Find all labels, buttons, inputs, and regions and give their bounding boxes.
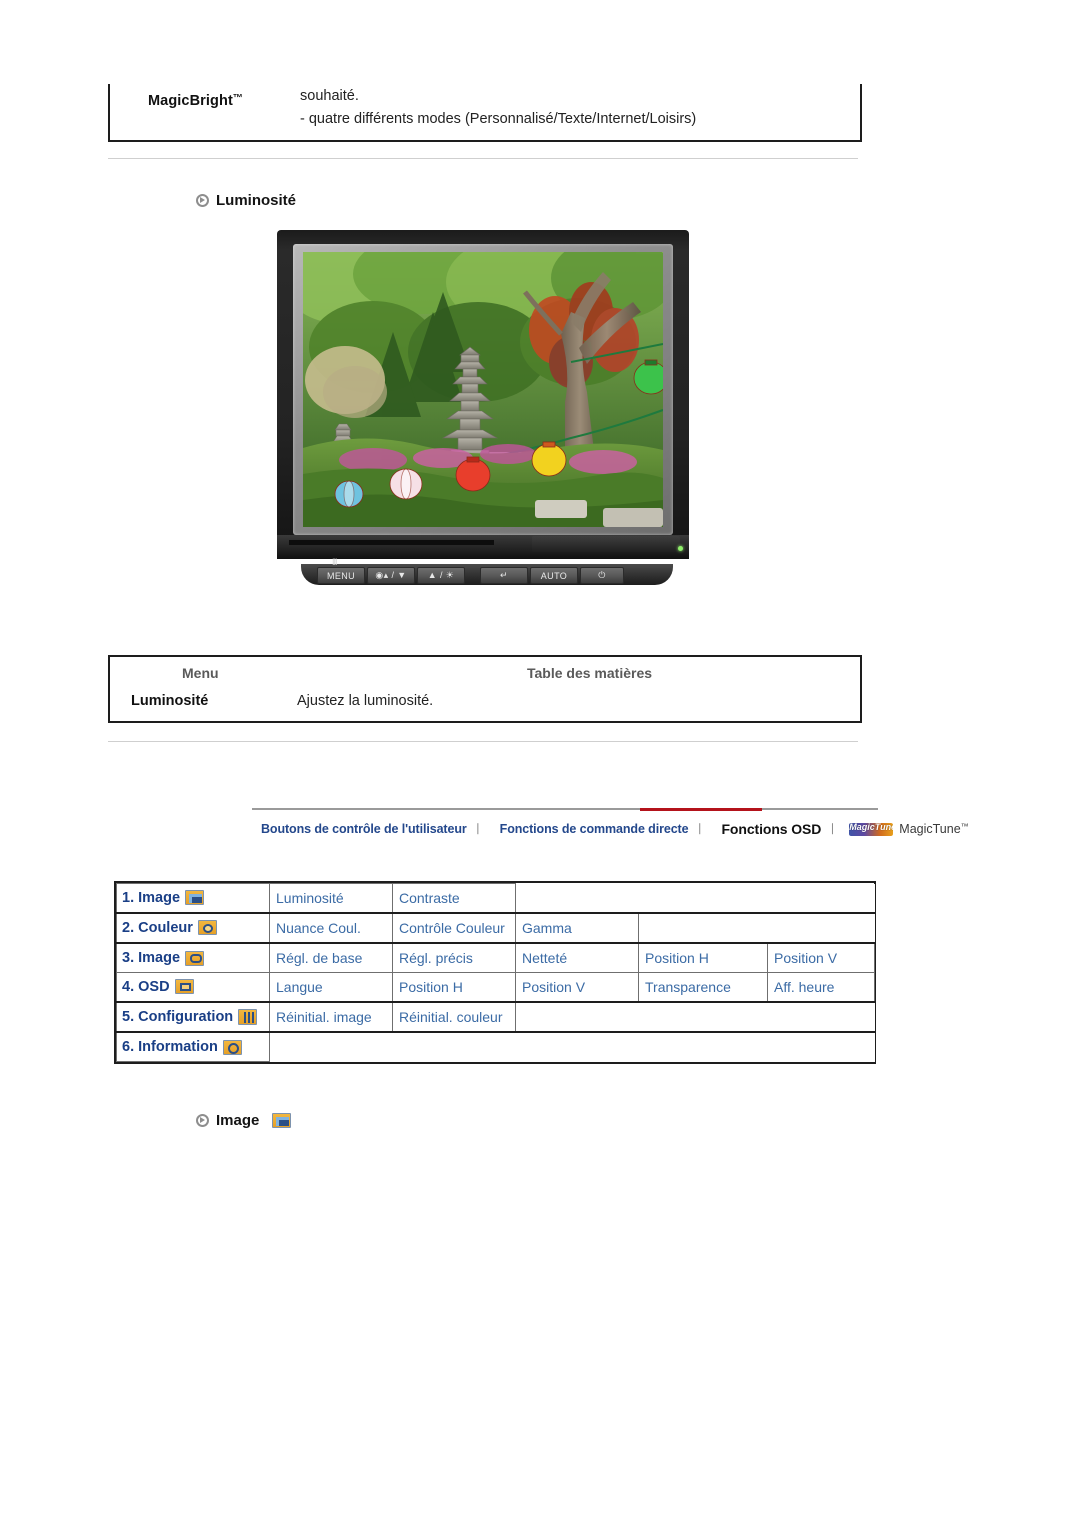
breadcrumb-items: Boutons de contrôle de l'utilisateur ⎸ F… — [252, 818, 969, 840]
osd-category-osd[interactable]: 4. OSD — [116, 971, 270, 1003]
osd-item-position-v-osd[interactable]: Position V — [515, 971, 639, 1003]
breadcrumb-separator-2: ⎸ — [699, 822, 711, 835]
info-clock-icon — [222, 1039, 242, 1055]
table-row: 2. Couleur Nuance Coul. Contrôle Couleur… — [116, 911, 875, 944]
menu-glyph-icon: III — [332, 557, 337, 567]
osd-category-label: 6. Information — [122, 1039, 218, 1055]
osd-empty-cell — [515, 1000, 875, 1033]
osd-item-regl-precis[interactable]: Régl. précis — [392, 942, 516, 973]
monitor-screen-photo — [303, 252, 663, 527]
osd-category-label: 3. Image — [122, 950, 181, 966]
osd-item-gamma[interactable]: Gamma — [515, 911, 639, 944]
osd-table-grid: 1. Image Luminosité Contraste 2. Couleur… — [116, 882, 876, 1063]
section-heading-label: Luminosité — [216, 192, 297, 209]
osd-empty-cell — [269, 1030, 875, 1062]
magicbright-line-1: souhaité. — [300, 88, 359, 104]
breadcrumb-active-accent — [640, 808, 762, 811]
table-row: 4. OSD Langue Position H Position V Tran… — [116, 971, 876, 1003]
monitor-bezel-strip — [289, 540, 494, 545]
monitor-menu-button[interactable]: MENU — [317, 567, 365, 584]
table-row: 3. Image Régl. de base Régl. précis Nett… — [116, 942, 876, 973]
table-header-menu: Menu — [182, 665, 219, 681]
osd-category-information[interactable]: 6. Information — [116, 1030, 270, 1063]
osd-category-label: 1. Image — [122, 889, 181, 906]
osd-category-label: 5. Configuration — [122, 1008, 234, 1025]
osd-item-aff-heure[interactable]: Aff. heure — [766, 971, 876, 1003]
setup-sliders-icon — [238, 1008, 258, 1025]
divider-top — [108, 158, 858, 159]
monitor-source-button[interactable]: ↵ — [480, 567, 528, 584]
table-row: 6. Information — [116, 1030, 875, 1063]
breadcrumb-separator-1: ⎸ — [477, 822, 489, 835]
magictune-link-label: MagicTune — [899, 822, 961, 836]
garden-photo — [303, 252, 663, 527]
osd-item-nuance-coul[interactable]: Nuance Coul. — [269, 911, 393, 944]
breadcrumb-item-osd-functions[interactable]: Fonctions OSD — [712, 821, 830, 837]
magictune-logo-text: MagicTune — [849, 821, 897, 832]
manual-page: MagicBright™ souhaité. - quatre différen… — [0, 0, 1080, 1528]
divider-middle — [108, 741, 858, 742]
picture-icon — [185, 890, 205, 906]
osd-item-nettete[interactable]: Netteté — [515, 942, 639, 973]
image-position-icon — [185, 950, 205, 966]
osd-item-reinitial-image[interactable]: Réinitial. image — [269, 1000, 393, 1033]
osd-functions-table: 1. Image Luminosité Contraste 2. Couleur… — [114, 881, 876, 1064]
table-row-description: Ajustez la luminosité. — [297, 693, 434, 709]
monitor-illustration: III MENU ◉▴ / ▼ ▲ / ☀ ↵ AUTO ⏻ — [277, 230, 689, 585]
osd-category-label: 2. Couleur — [122, 919, 193, 936]
osd-item-luminosite[interactable]: Luminosité — [269, 882, 393, 914]
magicbright-label: MagicBright™ — [148, 93, 243, 109]
magicbright-box: MagicBright™ souhaité. - quatre différen… — [108, 84, 862, 142]
bullet-arrow-icon — [196, 194, 209, 207]
osd-category-image-3[interactable]: 3. Image — [116, 942, 270, 973]
section-heading-label: Image — [216, 1112, 260, 1129]
magictune-logo-icon: MagicTune — [849, 821, 897, 836]
picture-icon — [272, 1113, 292, 1128]
osd-item-reinitial-couleur[interactable]: Réinitial. couleur — [392, 1000, 516, 1033]
monitor-auto-button[interactable]: AUTO — [530, 567, 578, 584]
power-led-indicator — [678, 546, 683, 551]
breadcrumb-separator-3: ⎸ — [832, 822, 844, 835]
magicbright-description: souhaité. - quatre différents modes (Per… — [300, 85, 845, 131]
osd-window-icon — [174, 979, 194, 995]
monitor-down-button[interactable]: ◉▴ / ▼ — [367, 567, 415, 584]
magictune-trademark: ™ — [960, 822, 969, 831]
osd-empty-cell — [638, 911, 875, 944]
osd-item-regl-de-base[interactable]: Régl. de base — [269, 942, 393, 973]
magicbright-line-2: - quatre différents modes (Personnalisé/… — [300, 111, 697, 127]
osd-item-contraste[interactable]: Contraste — [392, 882, 516, 914]
osd-item-position-h[interactable]: Position H — [638, 942, 768, 973]
monitor-button-legend — [532, 536, 680, 552]
osd-category-image-1[interactable]: 1. Image — [116, 882, 270, 914]
osd-empty-cell — [515, 883, 875, 913]
osd-item-controle-couleur[interactable]: Contrôle Couleur — [392, 911, 516, 944]
monitor-power-button[interactable]: ⏻ — [580, 567, 624, 584]
color-wheel-icon — [197, 920, 217, 936]
osd-category-couleur[interactable]: 2. Couleur — [116, 911, 270, 944]
osd-category-configuration[interactable]: 5. Configuration — [116, 1000, 270, 1033]
osd-item-position-v[interactable]: Position V — [766, 942, 876, 973]
section-heading-image: Image — [196, 1112, 292, 1129]
trademark-symbol: ™ — [232, 93, 243, 104]
breadcrumb-item-direct-control[interactable]: Fonctions de commande directe — [491, 822, 698, 836]
osd-item-position-h-osd[interactable]: Position H — [392, 971, 516, 1003]
magictune-link[interactable]: MagicTune™ — [899, 822, 968, 836]
osd-item-transparence[interactable]: Transparence — [638, 971, 768, 1003]
table-row: 5. Configuration Réinitial. image Réinit… — [116, 1000, 875, 1033]
osd-item-langue[interactable]: Langue — [269, 971, 393, 1003]
breadcrumb-rule — [252, 808, 878, 810]
table-row-label: Luminosité — [131, 693, 209, 709]
osd-category-label: 4. OSD — [122, 978, 170, 995]
monitor-up-button[interactable]: ▲ / ☀ — [417, 567, 465, 584]
table-header-contents: Table des matières — [527, 665, 653, 681]
bullet-arrow-icon — [196, 1114, 209, 1127]
menu-description-table: Menu Table des matières Luminosité Ajust… — [108, 655, 862, 723]
breadcrumb: Boutons de contrôle de l'utilisateur ⎸ F… — [252, 808, 969, 844]
table-row: 1. Image Luminosité Contraste — [116, 882, 875, 914]
breadcrumb-item-user-controls[interactable]: Boutons de contrôle de l'utilisateur — [252, 822, 476, 836]
section-heading-luminosite: Luminosité — [196, 192, 296, 209]
